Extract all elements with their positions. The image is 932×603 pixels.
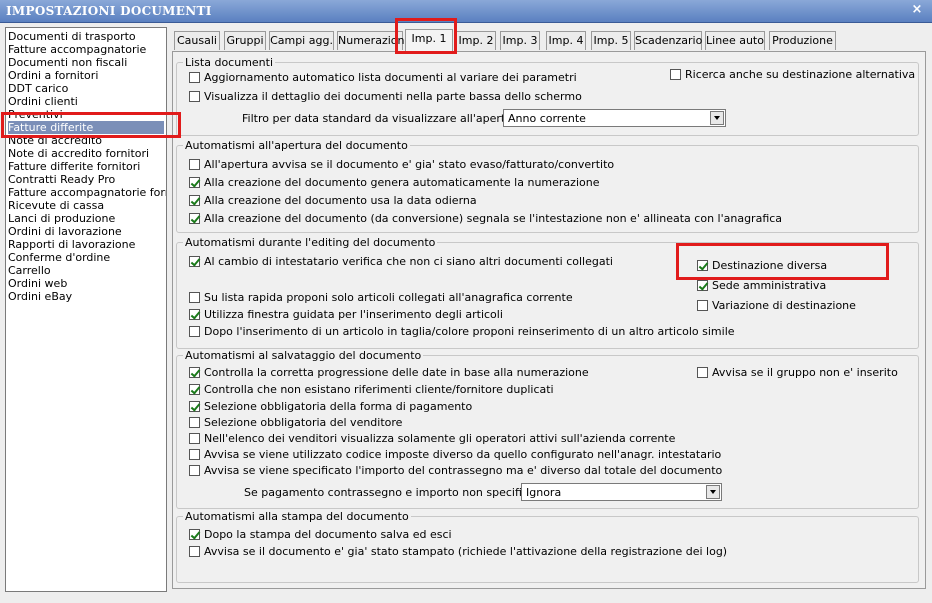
list-item[interactable]: Fatture accompagnatorie fornito <box>8 186 166 199</box>
checkbox-box[interactable] <box>189 367 200 378</box>
checkbox-box[interactable] <box>189 546 200 557</box>
checkbox-box[interactable] <box>189 256 200 267</box>
checkbox-box[interactable] <box>697 367 708 378</box>
filter-label: Filtro per data standard da visualizzare… <box>242 112 531 125</box>
checkbox-box[interactable] <box>189 309 200 320</box>
list-item[interactable]: Conferme d'ordine <box>8 251 110 264</box>
list-item[interactable]: Lanci di produzione <box>8 212 115 225</box>
tab-imp-4[interactable]: Imp. 4 <box>546 31 586 50</box>
checkbox-box[interactable] <box>189 465 200 476</box>
list-item[interactable]: Preventivi <box>8 108 63 121</box>
settings-panel: Lista documenti Aggiornamento automatico… <box>172 51 926 589</box>
checkbox-box[interactable] <box>189 401 200 412</box>
checkbox-box[interactable] <box>189 417 200 428</box>
group-salvataggio: Automatismi al salvataggio del documento… <box>176 349 919 509</box>
window-body: Documenti di trasporto Fatture accompagn… <box>0 23 932 603</box>
list-item[interactable]: Ordini web <box>8 277 67 290</box>
checkbox-box[interactable] <box>697 300 708 311</box>
checkbox-box[interactable] <box>189 529 200 540</box>
window-title: IMPOSTAZIONI DOCUMENTI <box>6 4 212 18</box>
tab-produzione[interactable]: Produzione <box>769 31 836 50</box>
list-item[interactable]: Documenti non fiscali <box>8 56 127 69</box>
checkbox-box[interactable] <box>189 195 200 206</box>
list-item[interactable]: Fatture differite fornitori <box>8 160 140 173</box>
checkbox-box[interactable] <box>189 449 200 460</box>
contrassegno-select[interactable]: Ignora <box>521 483 722 501</box>
tab-scadenzario[interactable]: Scadenzario <box>634 31 702 50</box>
list-item[interactable]: Fatture accompagnatorie <box>8 43 146 56</box>
list-item[interactable]: Rapporti di lavorazione <box>8 238 135 251</box>
tab-imp-1[interactable]: Imp. 1 <box>405 29 453 51</box>
document-type-list[interactable]: Documenti di trasporto Fatture accompagn… <box>5 27 167 592</box>
chevron-down-icon[interactable] <box>710 111 724 125</box>
list-item[interactable]: Ordini eBay <box>8 290 72 303</box>
title-bar: IMPOSTAZIONI DOCUMENTI × <box>0 0 932 23</box>
group-lista-documenti: Lista documenti Aggiornamento automatico… <box>176 56 919 136</box>
checkbox-box[interactable] <box>189 177 200 188</box>
contrassegno-label: Se pagamento contrassegno e importo non … <box>244 486 553 499</box>
checkbox-box[interactable] <box>189 91 200 102</box>
close-icon[interactable]: × <box>910 3 924 17</box>
tab-gruppi[interactable]: Gruppi <box>224 31 266 50</box>
group-editing: Automatismi durante l'editing del docume… <box>176 236 919 349</box>
group-stampa: Automatismi alla stampa del documento Do… <box>176 510 919 583</box>
list-item[interactable]: Carrello <box>8 264 51 277</box>
list-item[interactable]: Ordini a fornitori <box>8 69 98 82</box>
checkbox-box[interactable] <box>189 292 200 303</box>
tab-imp-2[interactable]: Imp. 2 <box>456 31 496 50</box>
list-item[interactable]: Contratti Ready Pro <box>8 173 115 186</box>
checkbox-box[interactable] <box>189 384 200 395</box>
group-legend: Automatismi al salvataggio del documento <box>183 349 424 362</box>
tab-causali[interactable]: Causali <box>174 31 220 50</box>
list-item[interactable]: Note di accredito <box>8 134 102 147</box>
tab-linee-auto[interactable]: Linee auto <box>705 31 765 50</box>
group-legend: Automatismi alla stampa del documento <box>183 510 411 523</box>
list-item[interactable]: Ordini clienti <box>8 95 78 108</box>
list-item-selected[interactable]: Fatture differite <box>8 121 164 134</box>
tab-imp-3[interactable]: Imp. 3 <box>500 31 540 50</box>
chevron-down-icon[interactable] <box>706 485 720 499</box>
checkbox-box[interactable] <box>189 433 200 444</box>
group-legend: Automatismi durante l'editing del docume… <box>183 236 438 249</box>
checkbox-box[interactable] <box>670 69 681 80</box>
group-legend: Automatismi all'apertura del documento <box>183 139 410 152</box>
tab-imp-5[interactable]: Imp. 5 <box>591 31 631 50</box>
list-item[interactable]: Ordini di lavorazione <box>8 225 122 238</box>
group-apertura: Automatismi all'apertura del documento A… <box>176 139 919 233</box>
group-legend: Lista documenti <box>183 56 276 69</box>
checkbox-box[interactable] <box>189 159 200 170</box>
list-item[interactable]: Ricevute di cassa <box>8 199 104 212</box>
checkbox-box[interactable] <box>189 326 200 337</box>
list-item[interactable]: Documenti di trasporto <box>8 30 136 43</box>
tab-campi-agg[interactable]: Campi agg. <box>269 31 334 50</box>
checkbox-box[interactable] <box>189 213 200 224</box>
filter-date-select[interactable]: Anno corrente <box>503 109 726 127</box>
checkbox-box[interactable] <box>189 72 200 83</box>
list-item[interactable]: Note di accredito fornitori <box>8 147 149 160</box>
tab-numerazioni[interactable]: Numerazioni <box>337 31 408 50</box>
checkbox-box[interactable] <box>697 280 708 291</box>
checkbox-box[interactable] <box>697 260 708 271</box>
list-item[interactable]: DDT carico <box>8 82 68 95</box>
